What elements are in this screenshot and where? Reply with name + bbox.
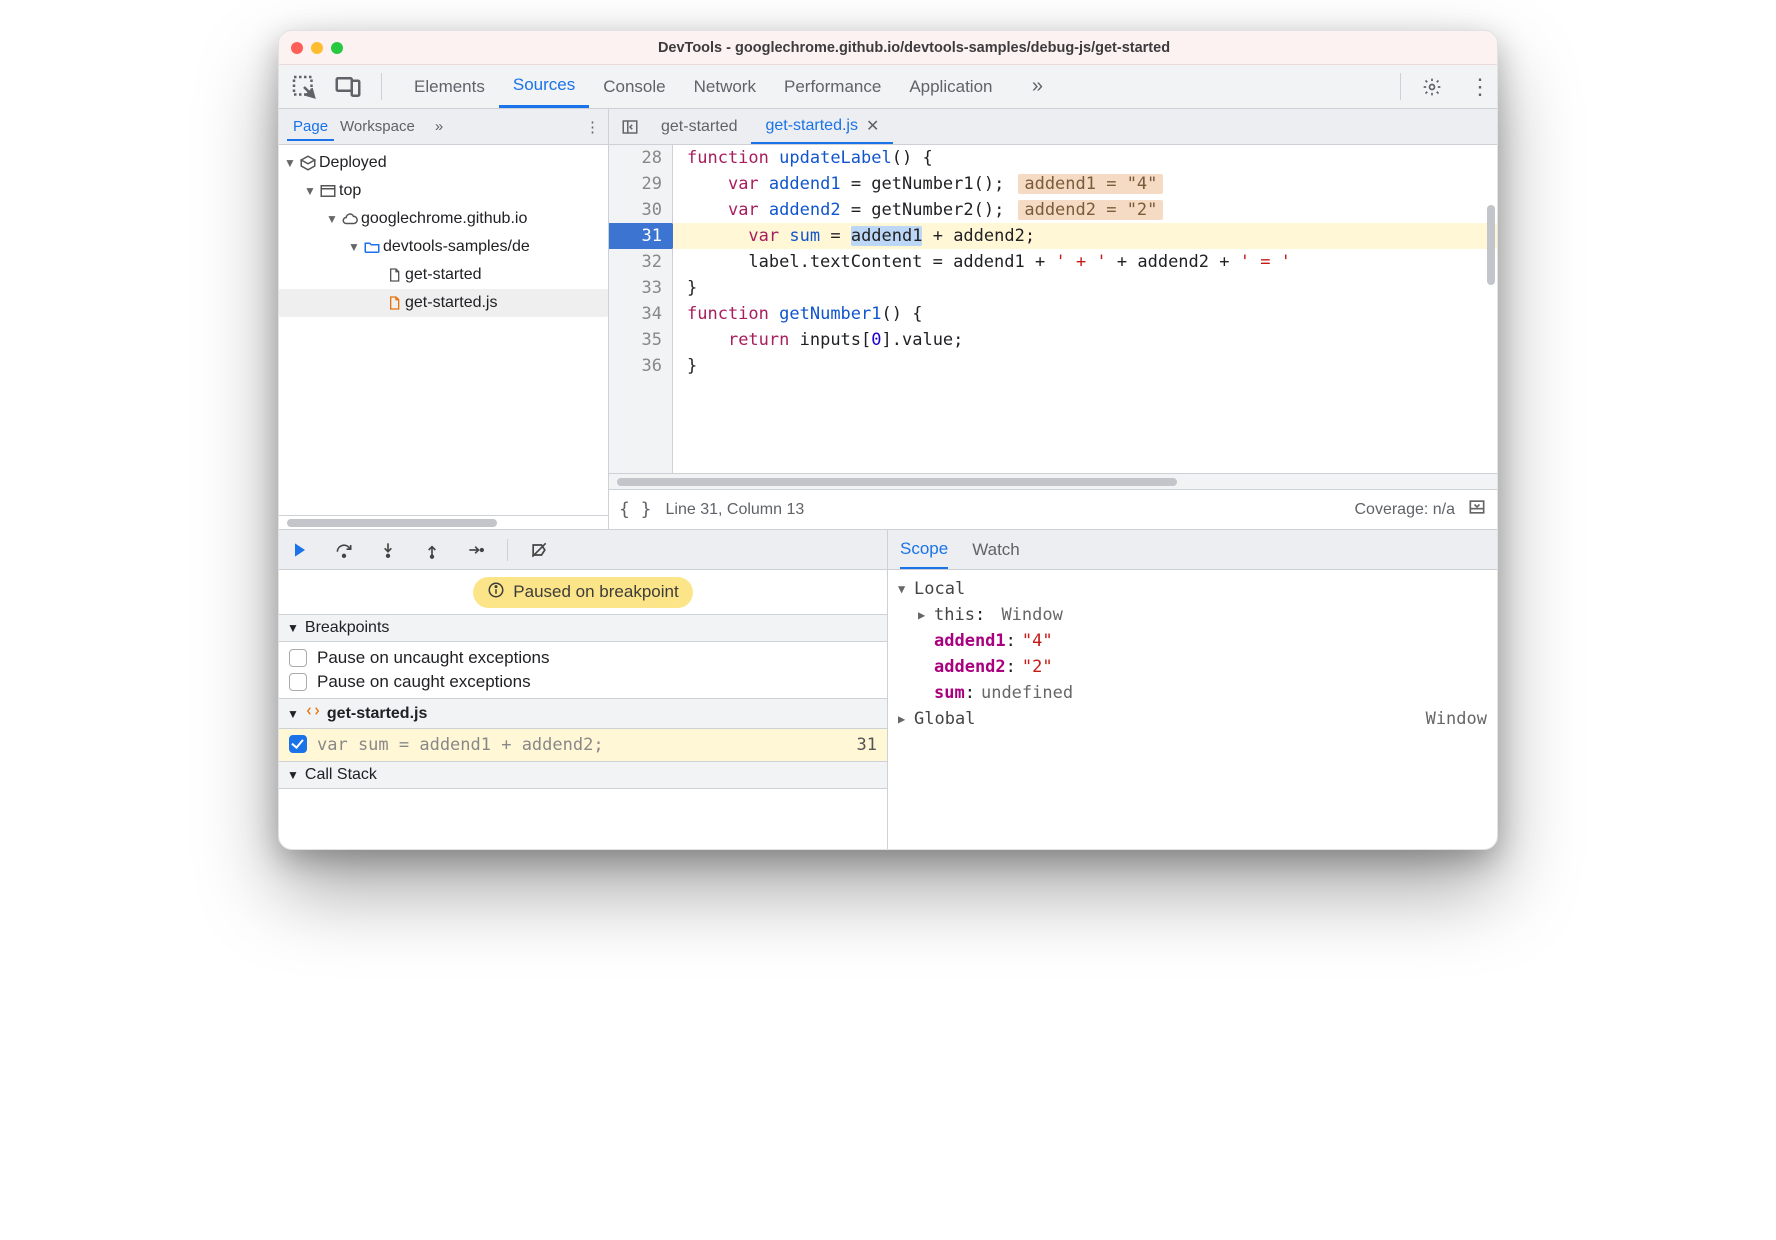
info-icon	[487, 581, 505, 604]
script-file-icon	[305, 703, 321, 724]
close-window-button[interactable]	[291, 42, 303, 54]
resume-button[interactable]	[287, 537, 313, 563]
top-toolbar: ElementsSourcesConsoleNetworkPerformance…	[279, 65, 1497, 109]
separator	[507, 539, 508, 561]
pretty-print-icon[interactable]: { }	[619, 499, 652, 520]
navigator-tabs: PageWorkspace » ⋮	[279, 109, 608, 145]
breakpoint-file-header[interactable]: ▼ get-started.js	[279, 698, 887, 729]
toggle-navigator-icon[interactable]	[615, 118, 645, 136]
separator	[1400, 73, 1401, 100]
paused-label: Paused on breakpoint	[513, 582, 678, 602]
pause-caught-checkbox[interactable]: Pause on caught exceptions	[279, 670, 887, 694]
scope-variable[interactable]: addend1: "4"	[898, 628, 1487, 654]
editor-status-bar: { } Line 31, Column 13 Coverage: n/a	[609, 489, 1497, 529]
top-tab-elements[interactable]: Elements	[400, 65, 499, 108]
inline-value-hint: addend1 = "4"	[1018, 174, 1163, 194]
breakpoints-header[interactable]: ▼ Breakpoints	[279, 614, 887, 642]
kebab-menu-icon[interactable]: ⋮	[1463, 65, 1497, 108]
paused-banner: Paused on breakpoint	[279, 570, 887, 614]
top-tabs-overflow[interactable]: »	[1020, 65, 1054, 108]
step-out-button[interactable]	[419, 537, 445, 563]
tree-file-html[interactable]: get-started	[279, 261, 608, 289]
breakpoint-enabled-checkbox[interactable]	[289, 735, 307, 753]
step-over-button[interactable]	[331, 537, 357, 563]
cloud-icon	[339, 210, 361, 228]
debugger-toolbar	[279, 530, 887, 570]
top-tab-application[interactable]: Application	[895, 65, 1006, 108]
window-controls	[291, 42, 343, 54]
step-into-button[interactable]	[375, 537, 401, 563]
nav-kebab-icon[interactable]: ⋮	[585, 118, 600, 136]
editor-tabs: get-startedget-started.js✕	[609, 109, 1497, 145]
minimize-window-button[interactable]	[311, 42, 323, 54]
separator	[381, 73, 382, 100]
nav-tabs-overflow[interactable]: »	[429, 114, 449, 139]
deployed-icon	[297, 154, 319, 172]
device-toolbar-icon[interactable]	[333, 65, 363, 108]
top-tab-performance[interactable]: Performance	[770, 65, 895, 108]
scope-variable[interactable]: sum: undefined	[898, 680, 1487, 706]
step-button[interactable]	[463, 537, 489, 563]
scope-watch-tabs: Scope Watch	[888, 530, 1497, 570]
nav-tab-page[interactable]: Page	[287, 114, 334, 141]
editor-pane: get-startedget-started.js✕ 2829303132333…	[609, 109, 1497, 529]
cursor-position: Line 31, Column 13	[666, 501, 805, 519]
window-title: DevTools - googlechrome.github.io/devtoo…	[343, 40, 1485, 56]
sources-panel: PageWorkspace » ⋮ ▼ Deployed ▼	[279, 109, 1497, 529]
script-icon	[383, 294, 405, 312]
inspect-icon[interactable]	[289, 65, 319, 108]
code-editor[interactable]: 282930313233343536 function updateLabel(…	[609, 145, 1497, 473]
debugger-left-pane: Paused on breakpoint ▼ Breakpoints Pause…	[279, 530, 888, 849]
scope-variable[interactable]: addend2: "2"	[898, 654, 1487, 680]
pause-uncaught-checkbox[interactable]: Pause on uncaught exceptions	[279, 646, 887, 670]
call-stack-header[interactable]: ▼ Call Stack	[279, 761, 887, 789]
file-tree[interactable]: ▼ Deployed ▼ top ▼	[279, 145, 608, 515]
breakpoint-entry[interactable]: var sum = addend1 + addend2; 31	[279, 729, 887, 761]
debugger-panel: Paused on breakpoint ▼ Breakpoints Pause…	[279, 529, 1497, 849]
top-tab-network[interactable]: Network	[680, 65, 770, 108]
editor-tab[interactable]: get-started	[647, 109, 751, 144]
top-panel-tabs: ElementsSourcesConsoleNetworkPerformance…	[400, 65, 1006, 108]
tree-folder[interactable]: ▼ devtools-samples/de	[279, 233, 608, 261]
tree-origin[interactable]: ▼ googlechrome.github.io	[279, 205, 608, 233]
editor-vertical-scrollbar[interactable]	[1487, 205, 1495, 285]
toggle-drawer-icon[interactable]	[1467, 497, 1487, 522]
zoom-window-button[interactable]	[331, 42, 343, 54]
close-tab-icon[interactable]: ✕	[866, 116, 879, 136]
top-tab-sources[interactable]: Sources	[499, 65, 589, 108]
folder-icon	[361, 238, 383, 256]
document-icon	[383, 266, 405, 284]
tree-deployed[interactable]: ▼ Deployed	[279, 149, 608, 177]
inline-value-hint: addend2 = "2"	[1018, 200, 1163, 220]
deactivate-breakpoints-button[interactable]	[526, 537, 552, 563]
editor-tab[interactable]: get-started.js✕	[751, 109, 893, 144]
nav-horizontal-scrollbar[interactable]	[279, 515, 608, 529]
coverage-status: Coverage: n/a	[1354, 501, 1455, 519]
titlebar: DevTools - googlechrome.github.io/devtoo…	[279, 31, 1497, 65]
nav-tab-workspace[interactable]: Workspace	[334, 114, 421, 139]
devtools-window: DevTools - googlechrome.github.io/devtoo…	[278, 30, 1498, 850]
scope-tree[interactable]: ▼Local ▶this: Window addend1: "4"addend2…	[888, 570, 1497, 849]
debugger-right-pane: Scope Watch ▼Local ▶this: Window addend1:…	[888, 530, 1497, 849]
line-number-gutter[interactable]: 282930313233343536	[609, 145, 673, 473]
tree-file-js[interactable]: get-started.js	[279, 289, 608, 317]
tree-top-frame[interactable]: ▼ top	[279, 177, 608, 205]
settings-gear-icon[interactable]	[1415, 65, 1449, 108]
frame-icon	[317, 182, 339, 200]
scope-tab-scope[interactable]: Scope	[900, 530, 948, 569]
navigator-pane: PageWorkspace » ⋮ ▼ Deployed ▼	[279, 109, 609, 529]
editor-horizontal-scrollbar[interactable]	[609, 473, 1497, 489]
code-content[interactable]: function updateLabel() { var addend1 = g…	[673, 145, 1497, 473]
top-tab-console[interactable]: Console	[589, 65, 679, 108]
scope-tab-watch[interactable]: Watch	[972, 530, 1020, 569]
